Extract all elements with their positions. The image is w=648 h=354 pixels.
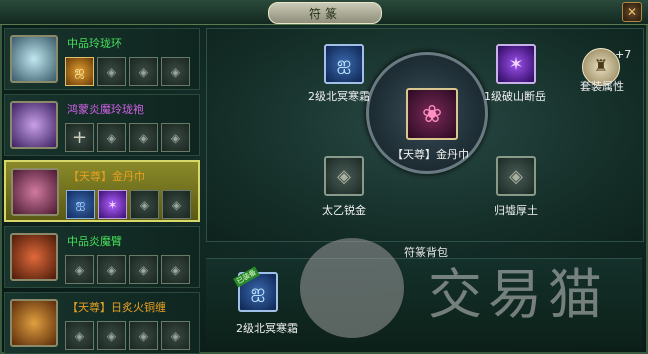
empty-slot-icon[interactable]: ◈ (161, 255, 190, 284)
empty-slot-icon[interactable]: ◈ (161, 321, 190, 350)
rune-bottom-right-icon[interactable]: ◈ (496, 156, 536, 196)
rune-slots: + ◈ ◈ ◈ (65, 123, 190, 152)
empty-slot-icon[interactable]: ◈ (97, 57, 126, 86)
equipment-name: 【天尊】日炙火铜缠 (67, 301, 166, 314)
bag-item-label: 2级北冥寒霜 (236, 322, 298, 335)
empty-slot-icon[interactable]: ◈ (129, 123, 158, 152)
rune-slots: ஜ ◈ ◈ ◈ (65, 57, 190, 86)
empty-slot-icon[interactable]: ◈ (97, 123, 126, 152)
ring-icon (10, 35, 58, 83)
equipment-item[interactable]: 【天尊】日炙火铜缠 ◈ ◈ ◈ ◈ (4, 292, 200, 354)
rune-slots: ஐ ✶ ◈ ◈ (66, 190, 191, 219)
equipped-item-center-icon[interactable]: ❀ (406, 88, 458, 140)
empty-slot-icon[interactable]: ◈ (129, 321, 158, 350)
empty-slot-icon[interactable]: ◈ (129, 255, 158, 284)
empty-slot-icon[interactable]: ◈ (65, 321, 94, 350)
empty-slot-icon[interactable]: ◈ (129, 57, 158, 86)
rune-top-right-icon[interactable]: ✶ (496, 44, 536, 84)
window-title: 符篆 (268, 2, 382, 24)
equipment-item[interactable]: 鸿蒙炎魔玲珑袍 + ◈ ◈ ◈ (4, 94, 200, 156)
set-count: +7 (615, 48, 632, 61)
empty-slot-icon[interactable]: ◈ (162, 190, 191, 219)
title-bar: 符篆 ✕ (0, 0, 648, 25)
empty-slot-icon[interactable]: ◈ (97, 255, 126, 284)
rune-bottom-left-icon[interactable]: ◈ (324, 156, 364, 196)
center-item-label: 【天尊】金丹巾 (392, 148, 469, 161)
gold-rune-slot-icon[interactable]: ஜ (65, 57, 94, 86)
empty-slot-icon[interactable]: ◈ (65, 255, 94, 284)
headband-icon (11, 168, 59, 216)
wrap-icon (10, 299, 58, 347)
watermark-text: 交易猫 (428, 263, 608, 326)
rune-top-left-label: 2级北冥寒霜 (308, 90, 370, 103)
rune-bottom-left-label: 太乙锐金 (322, 204, 366, 217)
empty-slot-icon[interactable]: ◈ (130, 190, 159, 219)
set-attribute-label: 套装属性 (580, 80, 624, 93)
rune-bottom-right-label: 归墟厚土 (494, 204, 538, 217)
equipment-name: 中品炎魔臂 (67, 235, 122, 248)
rune-slots: ◈ ◈ ◈ ◈ (65, 321, 190, 350)
rune-top-left-icon[interactable]: ஐ (324, 44, 364, 84)
rune-slots: ◈ ◈ ◈ ◈ (65, 255, 190, 284)
purple-rune-slot-icon[interactable]: ✶ (98, 190, 127, 219)
equipment-name: 鸿蒙炎魔玲珑袍 (67, 103, 144, 116)
equipment-name: 中品玲珑环 (67, 37, 122, 50)
empty-slot-icon[interactable]: ◈ (161, 123, 190, 152)
cat-logo-icon (300, 238, 404, 338)
equipment-item-selected[interactable]: 【天尊】金丹巾 ஐ ✶ ◈ ◈ (4, 160, 200, 222)
watermark: 交易猫 (300, 232, 630, 342)
rune-top-right-label: 1级破山断岳 (484, 90, 546, 103)
empty-slot-icon[interactable]: ◈ (161, 57, 190, 86)
add-slot-icon[interactable]: + (65, 123, 94, 152)
robe-icon (10, 101, 58, 149)
empty-slot-icon[interactable]: ◈ (97, 321, 126, 350)
close-button[interactable]: ✕ (622, 2, 642, 22)
equipment-name: 【天尊】金丹巾 (68, 170, 145, 183)
equipment-item[interactable]: 中品炎魔臂 ◈ ◈ ◈ ◈ (4, 226, 200, 288)
equipment-item[interactable]: 中品玲珑环 ஜ ◈ ◈ ◈ (4, 28, 200, 90)
bracer-icon (10, 233, 58, 281)
blue-rune-slot-icon[interactable]: ஐ (66, 190, 95, 219)
